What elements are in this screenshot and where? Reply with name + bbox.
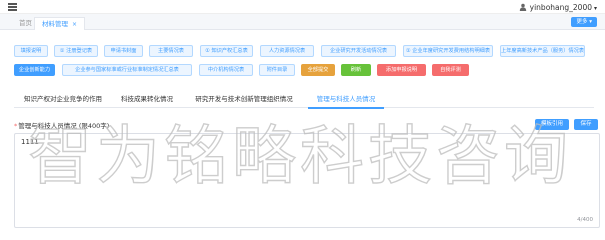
save-button[interactable]: 保存 (574, 119, 598, 130)
add-declaration-button[interactable]: 添加申报说明 (377, 64, 426, 76)
tab-rd-organization[interactable]: 研究开发与技术创新管理组织情况 (184, 91, 304, 108)
tab-ip-competition[interactable]: 知识产权对企业竞争的作用 (16, 91, 110, 108)
more-button[interactable]: 更多 ▾ (571, 17, 597, 27)
tab-bar: 首页 材料管理 × 更多 ▾ (0, 14, 605, 30)
character-counter: 4/400 (577, 217, 593, 223)
more-label: 更多 (576, 19, 588, 25)
section-tabs: 知识产权对企业竞争的作用 科技成果转化情况 研究开发与技术创新管理组织情况 管理… (14, 91, 594, 109)
top-bar: yinbohang_2000 ▾ (0, 0, 605, 14)
standards-summary-button[interactable]: 企业参与国家标准或行业标准制定情况汇总表 (62, 64, 192, 76)
refresh-button[interactable]: 刷新 (341, 64, 371, 76)
field-label-text: 管理与科技人员情况 (限400字) (18, 122, 110, 130)
tab-home-label: 首页 (19, 19, 32, 27)
tab-active-label: 材料管理 (42, 20, 68, 28)
hitech-products-button[interactable]: 上年度高新技术产品（服务）情况表 (500, 45, 585, 57)
user-icon (519, 3, 526, 11)
self-assessment-button[interactable]: 自我评测 (432, 64, 469, 76)
chevron-down-icon: ▾ (593, 5, 597, 12)
main-situation-button[interactable]: 主要情况表 (149, 45, 193, 57)
application-cover-button[interactable]: 申请书封面 (104, 45, 143, 57)
rd-activity-button[interactable]: 企业研究开发活动情况表 (321, 45, 396, 57)
field-label: *管理与科技人员情况 (限400字) (14, 120, 109, 130)
tab-material-management[interactable]: 材料管理 × (34, 17, 86, 30)
menu-icon[interactable] (8, 3, 17, 11)
username: yinbohang_2000 (529, 3, 592, 12)
tab-tech-transfer[interactable]: 科技成果转化情况 (114, 91, 180, 108)
ip-summary-button[interactable]: ① 知识产权汇总表 (200, 45, 253, 57)
submit-all-button[interactable]: 全部提交 (301, 64, 335, 76)
content-textarea[interactable]: 1111 4/400 (14, 133, 600, 228)
required-mark: * (14, 122, 18, 130)
textarea-value: 1111 (21, 138, 39, 146)
tab-management-personnel[interactable]: 管理与科技人员情况 (308, 91, 384, 109)
attachments-button[interactable]: 附件目录 (259, 64, 295, 76)
hr-table-button[interactable]: 人力资源情况表 (260, 45, 314, 57)
rd-expense-button[interactable]: ① 企业年度研究开发费用结构明细表 (403, 45, 493, 57)
template-reference-button[interactable]: 模板引用 (535, 119, 569, 130)
innovation-ability-button[interactable]: 企业创新能力 (14, 64, 55, 76)
close-icon[interactable]: × (72, 21, 77, 28)
fill-instructions-button[interactable]: 填报说明 (14, 45, 48, 57)
user-menu[interactable]: yinbohang_2000 ▾ (519, 3, 597, 12)
registration-form-button[interactable]: ① 注册登记表 (54, 45, 98, 57)
agency-table-button[interactable]: 中介机构情况表 (199, 64, 253, 76)
